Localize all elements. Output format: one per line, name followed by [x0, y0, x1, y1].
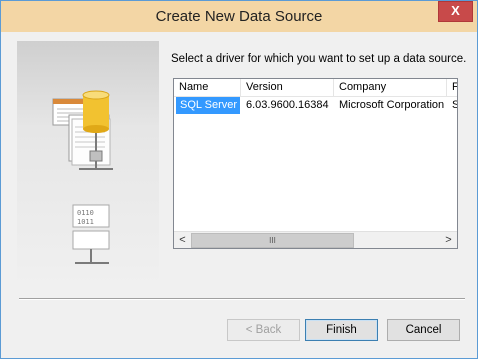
scroll-thumb[interactable]: III: [191, 233, 354, 248]
column-header-name[interactable]: Name: [174, 79, 241, 96]
instruction-text: Select a driver for which you want to se…: [171, 53, 467, 65]
wizard-client: 0110 1011 Select a driver for which you …: [9, 33, 469, 350]
divider: [19, 298, 465, 300]
title-bar[interactable]: Create New Data Source X: [1, 1, 477, 32]
driver-name-cell: SQL Server: [176, 97, 240, 114]
close-icon: X: [451, 3, 460, 18]
column-header-file[interactable]: F: [447, 79, 457, 96]
svg-text:0110: 0110: [77, 209, 94, 217]
close-button[interactable]: X: [438, 1, 473, 22]
column-header-company[interactable]: Company: [334, 79, 447, 96]
driver-version-cell: 6.03.9600.16384: [246, 99, 329, 111]
cancel-button[interactable]: Cancel: [387, 319, 460, 341]
horizontal-scrollbar[interactable]: < III >: [174, 231, 457, 248]
scroll-left-button[interactable]: <: [174, 232, 191, 248]
driver-list[interactable]: Name Version Company F SQL Server 6.03.9…: [173, 78, 458, 249]
grip-icon: III: [269, 236, 276, 245]
chevron-right-icon: >: [445, 234, 452, 246]
column-header-version[interactable]: Version: [241, 79, 334, 96]
database-driver-icon: 0110 1011: [52, 90, 113, 264]
driver-company-cell: Microsoft Corporation: [339, 99, 445, 111]
driver-extra-cell: S: [448, 97, 457, 114]
chevron-left-icon: <: [179, 234, 186, 246]
svg-text:1011: 1011: [77, 218, 94, 226]
create-data-source-window: Create New Data Source X 0110 1011 Selec…: [0, 0, 478, 359]
list-header: Name Version Company F: [174, 79, 457, 97]
back-button[interactable]: < Back: [227, 319, 300, 341]
window-title: Create New Data Source: [155, 8, 323, 25]
wizard-side-panel: 0110 1011: [17, 41, 159, 289]
finish-button[interactable]: Finish: [305, 319, 378, 341]
scroll-right-button[interactable]: >: [440, 232, 457, 248]
list-item[interactable]: SQL Server 6.03.9600.16384 Microsoft Cor…: [174, 97, 457, 114]
